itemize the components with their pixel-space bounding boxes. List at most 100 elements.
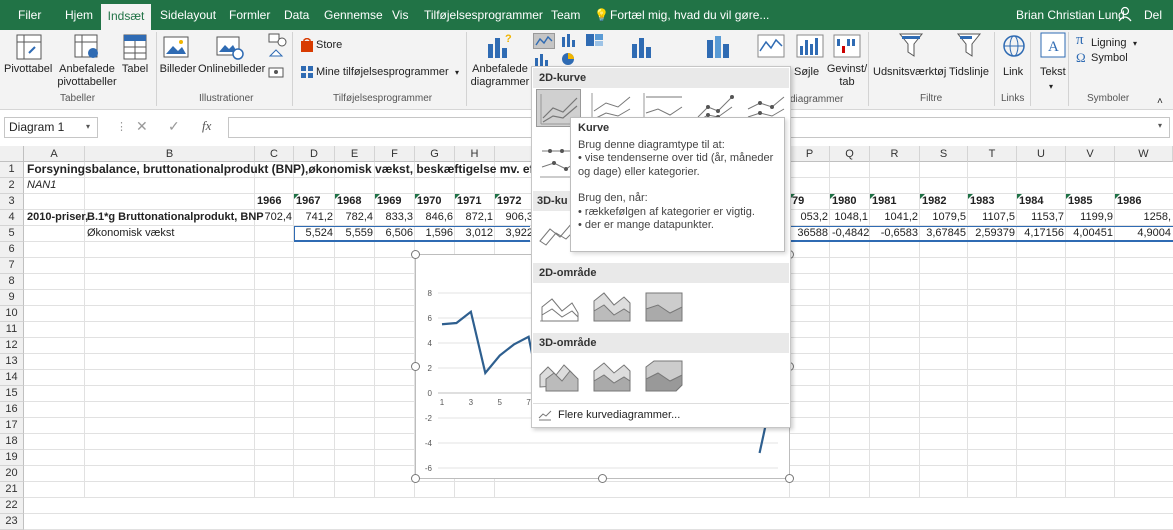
row-header[interactable]: 2 [0, 178, 24, 194]
row-header[interactable]: 8 [0, 274, 24, 290]
column-header[interactable]: H [455, 146, 495, 162]
column-header[interactable]: E [335, 146, 375, 162]
row-header[interactable]: 9 [0, 290, 24, 306]
row-header[interactable]: 17 [0, 418, 24, 434]
column-header[interactable]: B [85, 146, 255, 162]
row-header[interactable]: 11 [0, 322, 24, 338]
column-header[interactable]: P [790, 146, 830, 162]
tab-gennemse[interactable]: Gennemse [324, 0, 383, 30]
gdp-value-cell[interactable]: 1079,5 [920, 210, 968, 225]
row-header[interactable]: 1 [0, 162, 24, 178]
store-button[interactable]: Store [316, 39, 342, 52]
resize-handle[interactable] [411, 474, 420, 483]
row-header[interactable]: 18 [0, 434, 24, 450]
column-header[interactable]: D [294, 146, 335, 162]
tab-tilfoejelsesprogrammer[interactable]: Tilføjelsesprogrammer [424, 0, 543, 30]
row-header[interactable]: 15 [0, 386, 24, 402]
gevinst-tab-button[interactable]: Gevinst/ tab [826, 63, 868, 89]
tab-sidelayout[interactable]: Sidelayout [160, 0, 216, 30]
symbol-button[interactable]: Symbol [1091, 52, 1128, 65]
stacked-area-option[interactable] [588, 287, 633, 325]
row-header[interactable]: 16 [0, 402, 24, 418]
gdp-value-cell[interactable]: 1258, [1115, 210, 1173, 225]
tab-formler[interactable]: Formler [229, 0, 270, 30]
gdp-value-cell[interactable]: 741,2 [294, 210, 335, 225]
tidslinje-button[interactable]: Tidslinje [949, 66, 989, 79]
billeder-button[interactable]: Billeder [158, 63, 198, 76]
row-header[interactable]: 5 [0, 226, 24, 242]
gdp-value-cell[interactable]: 702,4 [255, 210, 294, 225]
chevron-down-icon[interactable]: ▾ [1133, 37, 1137, 50]
user-name[interactable]: Brian Christian Lund [1016, 0, 1125, 30]
sojle-button[interactable]: Søjle [794, 66, 819, 79]
column-header[interactable]: C [255, 146, 294, 162]
column-header[interactable]: R [870, 146, 920, 162]
select-all-corner[interactable] [0, 146, 24, 162]
row-header[interactable]: 14 [0, 370, 24, 386]
column-header[interactable]: G [415, 146, 455, 162]
resize-handle[interactable] [785, 474, 794, 483]
link-button[interactable]: Link [1003, 66, 1023, 79]
name-box[interactable]: Diagram 1 [4, 117, 98, 138]
gdp-value-cell[interactable]: 1199,9 [1066, 210, 1115, 225]
gdp-value-cell[interactable]: 872,1 [455, 210, 495, 225]
gdp-value-cell[interactable]: 1107,5 [968, 210, 1017, 225]
row-header[interactable]: 6 [0, 242, 24, 258]
tekst-button[interactable]: Tekst [1040, 66, 1066, 79]
tab-indsaet[interactable]: Indsæt [101, 4, 151, 30]
shapes-icon[interactable] [267, 32, 291, 95]
tabel-button[interactable]: Tabel [118, 63, 152, 76]
gdp-value-cell[interactable]: 782,4 [335, 210, 375, 225]
gdp-value-cell[interactable]: 053,2 [790, 210, 830, 225]
row-header[interactable]: 23 [0, 514, 24, 530]
chevron-down-icon[interactable]: ▾ [455, 66, 459, 79]
more-line-charts-link[interactable]: Flere kurvediagrammer... [558, 409, 680, 421]
row-header[interactable]: 3 [0, 194, 24, 210]
collapse-ribbon-icon[interactable]: ˄ [1157, 95, 1163, 108]
column-header[interactable]: F [375, 146, 415, 162]
row-header[interactable]: 13 [0, 354, 24, 370]
column-header[interactable]: Q [830, 146, 870, 162]
gdp-value-cell[interactable]: 906,3 [495, 210, 535, 225]
row-header[interactable]: 12 [0, 338, 24, 354]
column-header[interactable]: S [920, 146, 968, 162]
tab-filer[interactable]: Filer [18, 0, 41, 30]
gdp-value-cell[interactable]: 1041,2 [870, 210, 920, 225]
gdp-value-cell[interactable]: 846,6 [415, 210, 455, 225]
cancel-icon[interactable]: ✕ [136, 118, 148, 135]
line-chart-dropdown-active[interactable] [533, 33, 555, 49]
chevron-down-icon[interactable]: ▾ [86, 122, 90, 131]
anbefalede-pivottabeller-button[interactable]: Anbefalede pivottabeller [55, 63, 119, 89]
resize-handle[interactable] [598, 474, 607, 483]
resize-handle[interactable] [411, 362, 420, 371]
tab-vis[interactable]: Vis [392, 0, 408, 30]
column-header[interactable]: U [1017, 146, 1066, 162]
row-header[interactable]: 4 [0, 210, 24, 226]
row-header[interactable]: 21 [0, 482, 24, 498]
resize-handle[interactable] [411, 250, 420, 259]
100-stacked-area-option[interactable] [640, 287, 685, 325]
row-header[interactable]: 10 [0, 306, 24, 322]
onlinebilleder-button[interactable]: Onlinebilleder [198, 63, 265, 76]
row-header[interactable]: 7 [0, 258, 24, 274]
anbefalede-diagrammer-button[interactable]: Anbefalede diagrammer [468, 63, 532, 89]
udsnitsvaerktoej-button[interactable]: Udsnitsværktøj [873, 66, 946, 79]
tab-team[interactable]: Team [551, 0, 580, 30]
row-header[interactable]: 19 [0, 450, 24, 466]
3d-100-stacked-area-option[interactable] [640, 357, 685, 395]
3d-stacked-area-option[interactable] [588, 357, 633, 395]
pivottabel-button[interactable]: Pivottabel [4, 63, 52, 76]
hierarchy-chart-icon[interactable] [585, 33, 605, 50]
column-header[interactable]: W [1115, 146, 1173, 162]
year-header-cell[interactable]: 1966 [255, 194, 283, 209]
enter-icon[interactable]: ✓ [168, 118, 180, 135]
insert-function-button[interactable]: fx [202, 118, 211, 134]
column-header[interactable]: A [24, 146, 85, 162]
gdp-value-cell[interactable]: 833,3 [375, 210, 415, 225]
gdp-value-cell[interactable]: 1048,1 [830, 210, 870, 225]
tab-hjem[interactable]: Hjem [65, 0, 93, 30]
column-header[interactable]: T [968, 146, 1017, 162]
share-button[interactable]: Del [1144, 0, 1162, 30]
3d-area-option[interactable] [536, 357, 581, 395]
column-header[interactable]: V [1066, 146, 1115, 162]
